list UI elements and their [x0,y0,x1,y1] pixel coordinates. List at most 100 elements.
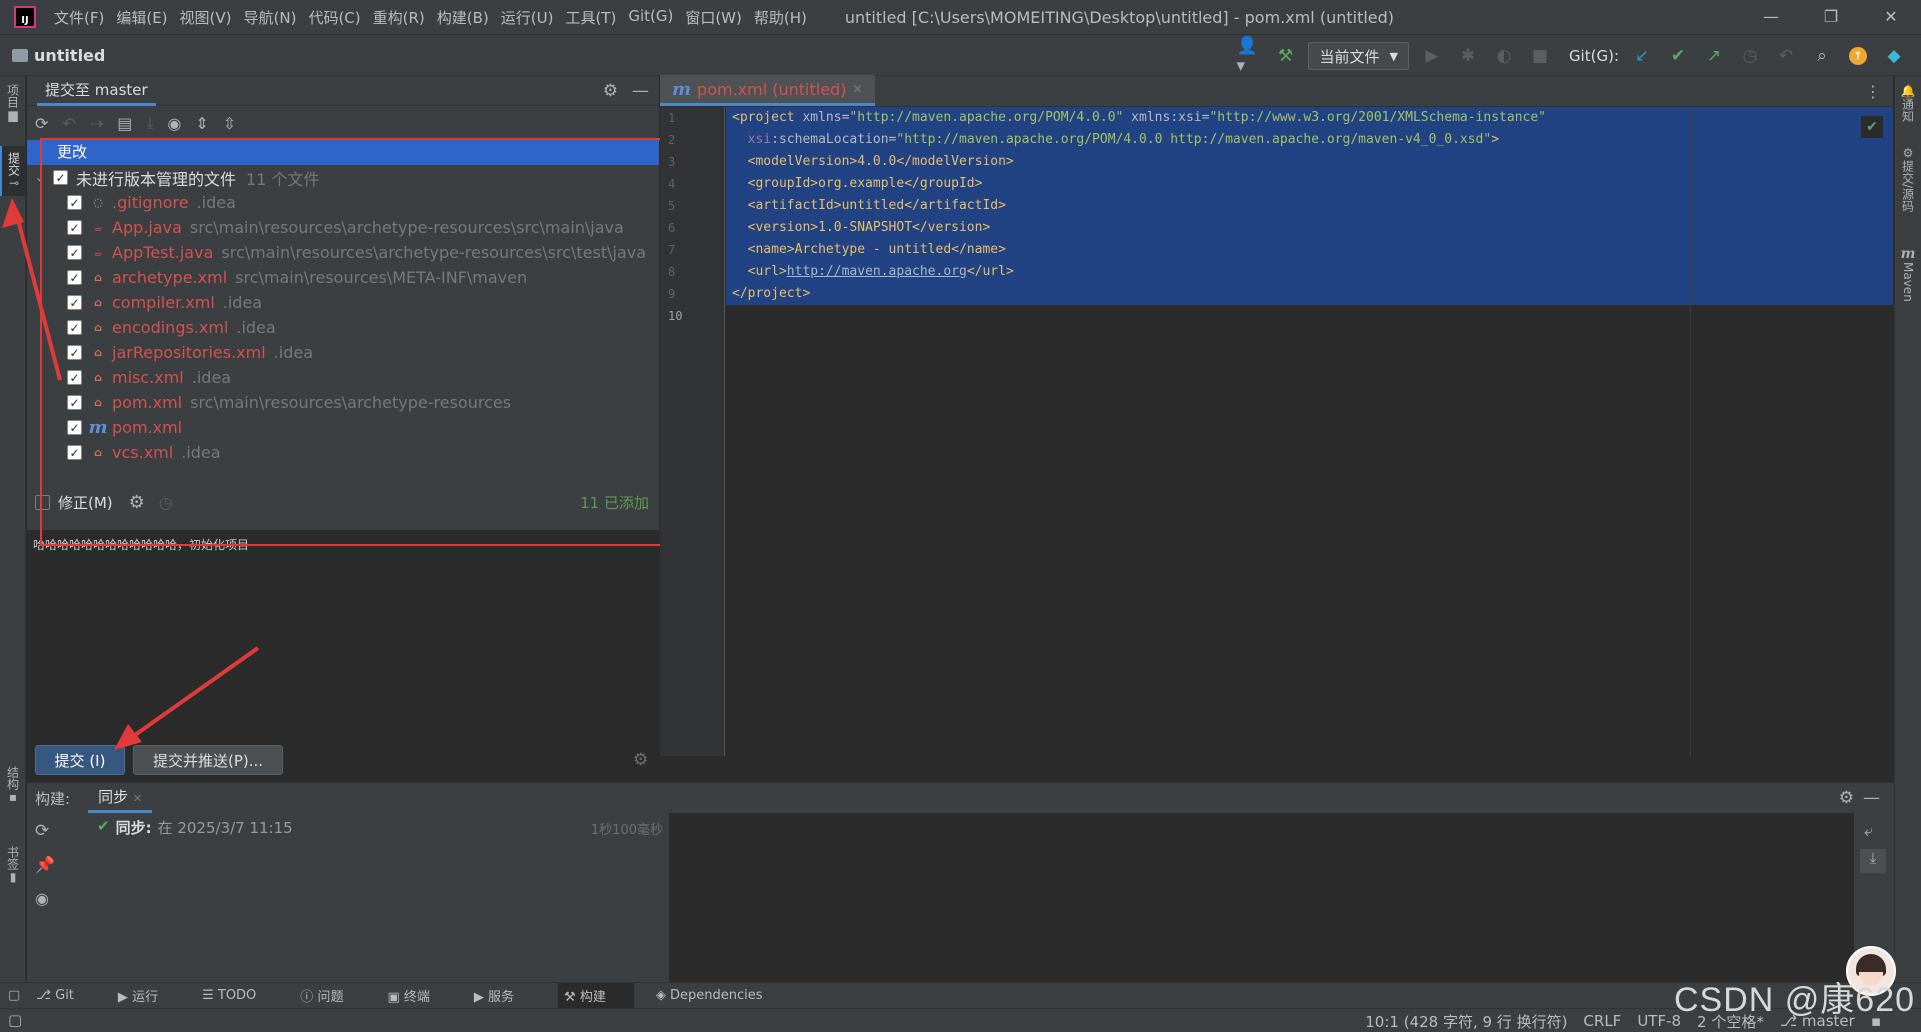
file-row[interactable]: ✓ ⌂ encodings.xml .idea [27,315,659,340]
menu-build[interactable]: 构建(B) [437,7,489,28]
file-row[interactable]: ✓ ⌂ vcs.xml .idea [27,440,659,465]
hide-icon[interactable]: — [632,81,649,101]
history-icon[interactable]: ◷ [1737,43,1763,69]
file-row[interactable]: ✓ ⌂ pom.xml src\main\resources\archetype… [27,390,659,415]
build-output[interactable] [669,813,1854,983]
refresh-icon[interactable]: ⟳ [35,114,48,133]
commit-panel-title[interactable]: 提交至 master [37,76,156,106]
menu-git[interactable]: Git(G) [628,7,673,28]
shelve-icon[interactable]: ⤓ [146,113,153,133]
restore-icon[interactable]: ❐ [1801,0,1861,34]
chevron-down-icon[interactable]: ⌄ [35,171,53,184]
menu-tools[interactable]: 工具(T) [565,7,616,28]
rollback-icon[interactable]: ↶ [1773,43,1799,69]
debug-icon[interactable]: ✱ [1455,43,1481,69]
tool-tab-maven[interactable]: m Maven [1895,246,1921,302]
history-icon[interactable]: ◷ [159,493,173,512]
stop-icon[interactable]: ■ [1527,43,1553,69]
scroll-to-end-icon[interactable]: ⤓ [1860,849,1886,873]
status-widget-icon[interactable]: ▢ [8,1011,22,1029]
menu-run[interactable]: 运行(U) [501,7,554,28]
menu-view[interactable]: 视图(V) [180,7,232,28]
view-options-icon[interactable]: ◉ [167,114,181,133]
tool-tab-terminal[interactable]: ▣ 终端 [387,986,451,1005]
build-tab-sync[interactable]: 同步 ✕ [88,783,153,813]
git-push-icon[interactable]: ↗ [1701,43,1727,69]
menu-help[interactable]: 帮助(H) [754,7,807,28]
commit-options-icon[interactable]: ⚙ [129,492,145,513]
collapse-all-icon[interactable]: ⇳ [223,114,236,133]
run-config-dropdown[interactable]: 当前文件 ▼ [1308,42,1409,70]
jetbrains-toolbox-icon[interactable]: ◆ [1881,43,1907,69]
tool-tab-notifications[interactable]: 🔔 通知 [1895,84,1921,122]
file-checkbox[interactable]: ✓ [67,295,82,310]
tool-tab-commit[interactable]: 提交 ⊸ [0,146,26,196]
tool-tab-build[interactable]: ⚒ 构建 [558,983,634,1008]
menu-navigate[interactable]: 导航(N) [244,7,297,28]
hide-icon[interactable]: — [1863,788,1880,808]
editor-tab-pom[interactable]: m pom.xml (untitled) ✕ [660,75,875,106]
tool-tab-services[interactable]: ▶ 服务 [474,986,536,1005]
caret-position[interactable]: 10:1 (428 字符, 9 行 换行符) [1365,1011,1567,1032]
file-checkbox[interactable]: ✓ [67,420,82,435]
menu-window[interactable]: 窗口(W) [685,7,742,28]
gear-icon[interactable]: ⚙ [1839,788,1854,808]
tool-tab-problems[interactable]: ⓘ 问题 [300,986,365,1005]
changes-header[interactable]: 更改 [27,140,659,165]
file-checkbox[interactable]: ✓ [67,195,82,210]
file-checkbox[interactable]: ✓ [67,345,82,360]
project-breadcrumb[interactable]: untitled [12,46,105,65]
file-row[interactable]: ✓ ⌂ compiler.xml .idea [27,290,659,315]
minimize-icon[interactable]: — [1741,0,1801,34]
tool-tab-todo[interactable]: ☰ TODO [202,988,278,1003]
diff-icon[interactable]: ▤ [117,114,132,133]
code-area[interactable]: <project xmlns="http://maven.apache.org/… [726,107,1893,756]
soft-wrap-icon[interactable]: ⤶ [1864,821,1873,841]
update-icon[interactable]: ↑ [1845,43,1871,69]
line-separator[interactable]: CRLF [1583,1012,1621,1030]
more-tabs-icon[interactable]: ⋮ [1865,82,1881,101]
file-row[interactable]: ✓ m pom.xml [27,415,659,440]
tool-tab-run[interactable]: ▶ 运行 [118,986,180,1005]
move-changelist-icon[interactable]: ⇢ [90,114,103,133]
file-checkbox[interactable]: ✓ [67,320,82,335]
file-row[interactable]: ✓ ⌂ misc.xml .idea [27,365,659,390]
file-checkbox[interactable]: ✓ [67,445,82,460]
file-row[interactable]: ✓ ⌂ archetype.xml src\main\resources\MET… [27,265,659,290]
menu-refactor[interactable]: 重构(R) [373,7,425,28]
eye-icon[interactable]: ◉ [35,889,49,908]
unversioned-group-row[interactable]: ⌄ ✓ 未进行版本管理的文件 11 个文件 [27,165,659,190]
user-icon[interactable]: 👤▾ [1236,36,1262,76]
file-row[interactable]: ✓ ☕ App.java src\main\resources\archetyp… [27,215,659,240]
file-checkbox[interactable]: ✓ [67,245,82,260]
git-update-icon[interactable]: ↙ [1629,43,1655,69]
tool-tab-git[interactable]: ⎇ Git [36,988,96,1003]
build-sync-row[interactable]: ✔ 同步: 在 2025/3/7 11:15 [97,817,293,838]
rollback-icon[interactable]: ↶ [62,114,75,133]
close-tab-icon[interactable]: ✕ [852,82,862,96]
file-checkbox[interactable]: ✓ [67,220,82,235]
git-commit-icon[interactable]: ✔ [1665,43,1691,69]
tool-tab-vcs[interactable]: ⚙ 提交/源码 [1895,146,1921,212]
file-row[interactable]: ✓ ☕ AppTest.java src\main\resources\arch… [27,240,659,265]
code-link[interactable]: http://maven.apache.org [787,264,967,279]
group-checkbox[interactable]: ✓ [53,170,68,185]
tool-tab-dependencies[interactable]: ◈ Dependencies [656,988,785,1003]
menu-edit[interactable]: 编辑(E) [116,7,167,28]
build-hammer-icon[interactable]: ⚒ [1272,43,1298,69]
expand-all-icon[interactable]: ⇕ [195,114,208,133]
refresh-icon[interactable]: ⟳ [35,821,49,841]
file-row[interactable]: ✓ ⌂ jarRepositories.xml .idea [27,340,659,365]
amend-label[interactable]: 修正(M) [58,492,113,513]
close-tab-icon[interactable]: ✕ [133,792,142,805]
file-checkbox[interactable]: ✓ [67,395,82,410]
close-icon[interactable]: ✕ [1861,0,1921,34]
tool-tab-bookmarks[interactable]: 书签 ▮ [0,846,26,884]
file-row[interactable]: ✓ ◌ .gitignore .idea [27,190,659,215]
pin-icon[interactable]: 📌 [35,855,55,874]
file-checkbox[interactable]: ✓ [67,270,82,285]
menu-file[interactable]: 文件(F) [54,7,104,28]
settings-gear-icon[interactable]: ⚙ [633,750,648,770]
gear-icon[interactable]: ⚙ [603,81,618,101]
run-icon[interactable]: ▶ [1419,43,1445,69]
